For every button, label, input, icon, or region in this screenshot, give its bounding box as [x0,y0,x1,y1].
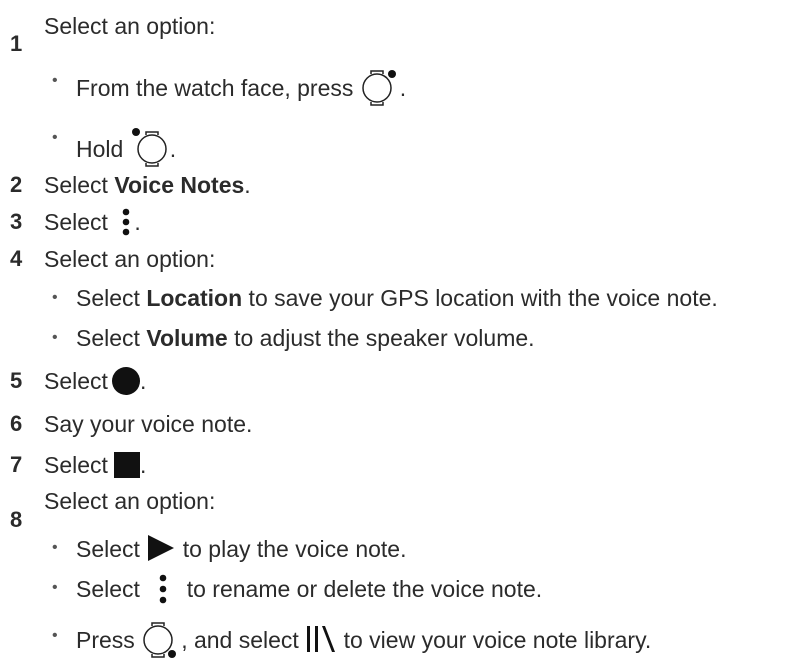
bullet-icon: • [52,627,58,644]
step-7-number: 7 [10,452,23,477]
step-3-number: 3 [10,209,23,234]
step-4-option-2: Select Volume to adjust the speaker volu… [76,324,535,352]
step-5-number: 5 [10,368,23,393]
bullet-icon: • [52,129,58,146]
step-text-end: . [244,172,251,198]
voice-notes-label: Voice Notes [114,172,245,198]
option-text: Select [76,536,140,562]
step-1-option-1: From the watch face, press . [76,66,406,106]
bullet-icon: • [52,329,58,346]
location-label: Location [146,285,243,311]
option-text: Press [76,627,135,653]
step-text-end: . [134,209,141,235]
option-text-end: to adjust the speaker volume. [227,325,535,351]
step-6-number: 6 [10,411,23,436]
option-text-end: to play the voice note. [182,536,407,562]
watch-button-top-right-icon [362,70,396,106]
record-circle-icon [111,367,140,395]
step-2-number: 2 [10,172,23,197]
bullet-icon: • [52,579,58,596]
option-text: Select [76,325,147,351]
step-6-text: Say your voice note. [44,411,253,437]
step-text: Select [44,368,108,394]
step-1-option-2: Hold . [76,123,176,171]
option-text-end: . [169,136,177,162]
step-4-number: 4 [10,246,23,271]
step-8-option-2: Select to rename or delete the voice not… [76,573,542,605]
bullet-icon: • [52,72,58,89]
step-text-end: . [139,368,147,394]
step-5-text: Select. [44,367,146,395]
library-icon [307,626,336,652]
vertical-dots-menu-icon [123,208,130,236]
step-8-number: 8 [10,507,23,532]
step-2-text: Select Voice Notes. [44,171,251,199]
option-text: Select [76,285,147,311]
volume-label: Volume [146,325,228,351]
step-text-end: . [139,452,147,478]
option-text-end: to view your voice note library. [343,627,652,653]
watch-button-bottom-right-icon [143,622,177,658]
option-text-middle: , and select [181,627,299,653]
step-text: Select [44,452,108,478]
step-text: Select [44,209,108,235]
option-text: From the watch face, press [76,75,354,101]
stop-square-icon [113,452,140,478]
option-text-end: to rename or delete the voice note. [186,576,543,602]
step-7-text: Select. [44,451,146,479]
step-1-number: 1 [10,31,23,56]
play-triangle-icon [148,535,175,561]
step-1-intro: Select an option: [44,13,216,39]
step-8-option-1: Select to play the voice note. [76,533,406,563]
option-text-end: to save your GPS location with the voice… [242,285,718,311]
option-text: Select [76,576,140,602]
step-text: Select [44,172,115,198]
vertical-dots-menu-icon [160,574,167,604]
bullet-icon: • [52,289,58,306]
step-8-option-3: Press , and select to view your voice no… [76,620,651,660]
step-4-intro: Select an option: [44,246,216,272]
bullet-icon: • [52,539,58,556]
step-8-intro: Select an option: [44,488,216,514]
watch-button-top-left-icon [131,128,167,167]
option-text-end: . [399,75,407,101]
step-4-option-1: Select Location to save your GPS locatio… [76,284,718,312]
option-text: Hold [76,136,124,162]
step-3-text: Select . [44,208,141,236]
